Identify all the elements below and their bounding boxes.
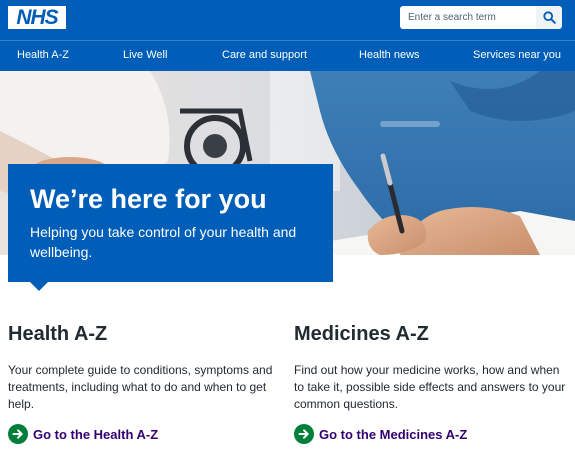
nav-item-services-near-you[interactable]: Services near you [473,49,561,61]
health-a-z-link[interactable]: Go to the Health A-Z [8,424,158,444]
hero-pointer [30,282,48,291]
nhs-logo[interactable]: NHS [8,6,66,29]
nav-item-care-and-support[interactable]: Care and support [222,49,307,61]
nav-item-health-news[interactable]: Health news [359,49,420,61]
health-a-z-section: Health A-Z Your complete guide to condit… [8,322,276,413]
section-description: Your complete guide to conditions, sympt… [8,363,273,412]
cta-label: Go to the Medicines A-Z [319,426,468,442]
cta-label: Go to the Health A-Z [33,426,159,442]
nav-item-health-a-z[interactable]: Health A-Z [17,49,69,61]
main-nav: Health A-Z Live Well Care and support He… [0,41,575,71]
medicines-a-z-link[interactable]: Go to the Medicines A-Z [294,424,467,444]
medicines-a-z-section: Medicines A-Z Find out how your medicine… [294,322,566,413]
arrow-right-circle-icon [8,424,28,444]
search-icon [542,11,556,24]
site-header: NHS Health A-Z Live Well Care and suppor… [0,0,575,71]
nhs-logo-text: NHS [16,6,58,29]
nav-item-live-well[interactable]: Live Well [123,49,167,61]
hero-subtitle: Helping you take control of your health … [30,224,297,261]
search-form [400,6,562,29]
hero-title: We’re here for you [30,184,267,214]
hero-banner: We’re here for you Helping you take cont… [8,164,333,282]
search-input[interactable] [400,6,536,29]
arrow-right-circle-icon [294,424,314,444]
section-title: Health A-Z [8,323,108,345]
search-button[interactable] [536,6,562,29]
section-description: Find out how your medicine works, how an… [294,363,566,412]
section-title: Medicines A-Z [294,323,429,345]
